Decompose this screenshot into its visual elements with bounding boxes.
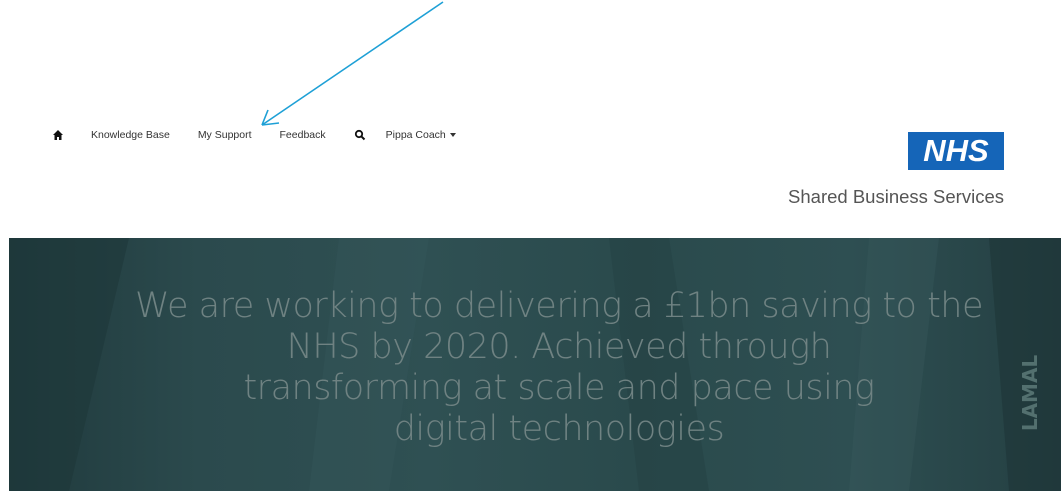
hero-line: NHS by 2020. Achieved through <box>286 327 832 367</box>
hero-line: transforming at scale and pace using <box>243 368 875 408</box>
top-nav: Knowledge Base My Support Feedback Pippa… <box>52 126 484 144</box>
hero-side-label: LAMAL <box>1018 355 1042 432</box>
chevron-down-icon <box>449 133 456 138</box>
home-icon[interactable] <box>52 129 64 141</box>
nav-feedback[interactable]: Feedback <box>280 129 326 141</box>
hero-banner: We are working to delivering a £1bn savi… <box>9 238 1061 491</box>
annotation-arrow <box>261 1 444 126</box>
hero-line: We are working to delivering a £1bn savi… <box>134 286 984 326</box>
search-icon[interactable] <box>354 129 366 141</box>
nav-knowledge-base[interactable]: Knowledge Base <box>91 129 170 141</box>
user-menu[interactable]: Pippa Coach <box>386 129 456 141</box>
hero-side-text: LAMAL <box>1018 355 1042 432</box>
nav-my-support[interactable]: My Support <box>198 129 252 141</box>
page: Knowledge Base My Support Feedback Pippa… <box>0 0 1061 491</box>
hero-headline: We are working to delivering a £1bn savi… <box>99 286 1019 450</box>
user-menu-label: Pippa Coach <box>385 129 446 141</box>
brand-subtitle: Shared Business Services <box>788 186 1004 207</box>
nhs-logo[interactable]: NHS <box>908 132 1004 170</box>
hero-line: digital technologies <box>393 409 725 449</box>
